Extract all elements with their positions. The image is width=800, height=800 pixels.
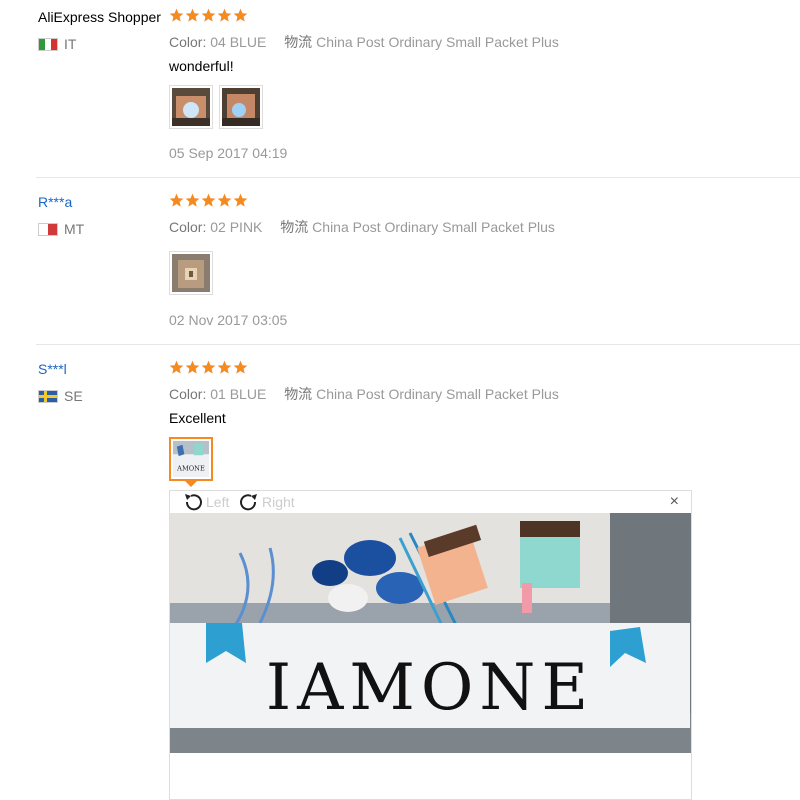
flag-se-icon <box>38 389 58 403</box>
photo-banner-text: IAMONE <box>266 651 594 725</box>
photo-thumbnail[interactable] <box>169 251 213 295</box>
star-icon <box>185 360 200 374</box>
review-comment: Excellent <box>169 410 226 426</box>
rotate-right-icon <box>240 494 257 511</box>
reviewer-name: AliExpress Shopper <box>38 9 161 25</box>
rotate-left-button[interactable]: Left <box>182 492 229 512</box>
reviewer-country: MT <box>38 221 84 237</box>
star-rating <box>169 193 248 208</box>
photo-thumbnails <box>169 85 263 129</box>
shipping-value: China Post Ordinary Small Packet Plus <box>316 34 559 50</box>
star-icon <box>233 8 248 22</box>
viewer-photo: IAMONE <box>170 513 691 753</box>
reviewer-country: SE <box>38 388 83 404</box>
reviewer-name[interactable]: R***a <box>38 194 72 210</box>
shipping-value: China Post Ordinary Small Packet Plus <box>316 386 559 402</box>
rotate-left-label: Left <box>206 494 230 510</box>
star-icon <box>201 360 216 374</box>
color-value: 02 PINK <box>210 219 263 235</box>
color-value: 04 BLUE <box>210 34 267 50</box>
color-label: Color: <box>169 34 207 50</box>
photo-thumbnails <box>169 251 213 295</box>
svg-text:AMONE: AMONE <box>176 464 205 472</box>
close-icon[interactable]: × <box>670 494 679 510</box>
review-meta: Color: 01 BLUE 物流 China Post Ordinary Sm… <box>169 384 559 404</box>
photo-image <box>172 254 210 292</box>
star-icon <box>169 8 184 22</box>
photo-viewer: Left Right × IAMONE <box>169 490 692 800</box>
color-value: 01 BLUE <box>210 386 267 402</box>
country-code: MT <box>64 221 85 237</box>
shipping-value: China Post Ordinary Small Packet Plus <box>312 219 555 235</box>
photo-thumbnails: AMONE <box>169 437 213 487</box>
flag-mt-icon <box>38 222 58 236</box>
rotate-right-label: Right <box>262 494 295 510</box>
photo-thumbnail[interactable] <box>169 85 213 129</box>
star-rating <box>169 360 248 375</box>
review-divider <box>36 344 800 345</box>
flag-it-icon <box>38 37 58 51</box>
color-label: Color: <box>169 219 207 235</box>
rotate-right-button[interactable]: Right <box>238 492 295 512</box>
review-date: 05 Sep 2017 04:19 <box>169 145 288 161</box>
country-code: IT <box>64 36 77 52</box>
star-icon <box>217 360 232 374</box>
star-icon <box>217 8 232 22</box>
shipping-label: 物流 <box>284 386 313 402</box>
reviewer-name[interactable]: S***l <box>38 361 67 377</box>
photo-thumbnail-selected[interactable]: AMONE <box>169 437 213 487</box>
star-icon <box>185 8 200 22</box>
star-icon <box>169 360 184 374</box>
photo-image <box>172 88 210 126</box>
star-icon <box>169 193 184 207</box>
review-meta: Color: 02 PINK 物流 China Post Ordinary Sm… <box>169 217 555 237</box>
viewer-photo-image: IAMONE <box>170 513 691 753</box>
photo-image <box>222 88 260 126</box>
reviewer-country: IT <box>38 36 76 52</box>
shipping-label: 物流 <box>284 34 313 50</box>
selected-caret-icon <box>184 480 198 487</box>
star-icon <box>201 193 216 207</box>
review-divider <box>36 177 800 178</box>
review-comment: wonderful! <box>169 58 234 74</box>
color-label: Color: <box>169 386 207 402</box>
shipping-label: 物流 <box>280 219 309 235</box>
star-icon <box>233 360 248 374</box>
star-icon <box>185 193 200 207</box>
rotate-left-icon <box>185 494 202 511</box>
star-icon <box>217 193 232 207</box>
review-meta: Color: 04 BLUE 物流 China Post Ordinary Sm… <box>169 32 559 52</box>
star-icon <box>201 8 216 22</box>
viewer-toolbar: Left Right × <box>170 491 691 513</box>
star-icon <box>233 193 248 207</box>
country-code: SE <box>64 388 83 404</box>
photo-image: AMONE <box>173 441 209 477</box>
review-date: 02 Nov 2017 03:05 <box>169 312 288 328</box>
photo-thumbnail[interactable] <box>219 85 263 129</box>
star-rating <box>169 8 248 23</box>
